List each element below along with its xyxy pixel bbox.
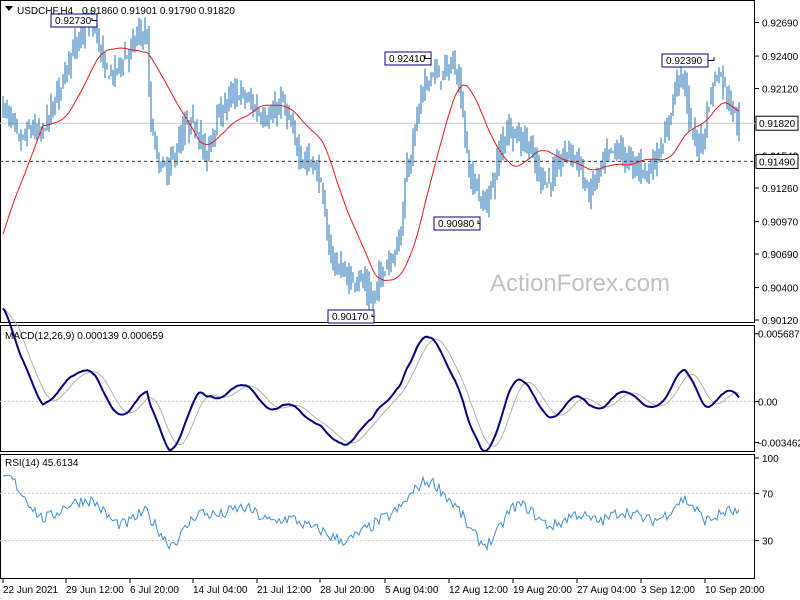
forex-chart: ActionForex.com 0.92730 0.90170 0.92410 0.9… (0, 0, 800, 596)
rsi-y-axis: 100 70 30 (755, 454, 779, 548)
price-y-tick-label: 0.90400 (762, 284, 799, 295)
rsi-y-tick-label: 30 (762, 537, 774, 548)
x-tick-label: 6 Jul 20:00 (130, 585, 179, 596)
price-y-tick-label: 0.90120 (762, 316, 799, 327)
price-y-tick-label: 0.92400 (762, 52, 799, 63)
macd-y-tick-label: -0.003462 (758, 439, 800, 450)
x-tick-label: 10 Sep 20:00 (705, 585, 765, 596)
x-tick-label: 28 Jul 20:00 (320, 585, 375, 596)
macd-panel-frame (0, 325, 755, 452)
macd-title: MACD(12,26,9) 0.000139 0.000659 (5, 331, 164, 342)
macd-y-tick-label: 0.005687 (758, 330, 800, 341)
annotation-label: 0.92730 (55, 16, 92, 27)
price-y-tick-label: 0.90970 (762, 218, 799, 229)
macd-y-axis: 0.005687 0.00 -0.003462 (755, 330, 800, 450)
x-tick-label: 12 Aug 12:00 (449, 585, 508, 596)
x-tick-label: 14 Jul 04:00 (193, 585, 248, 596)
price-bars (2, 8, 740, 314)
rsi-y-tick-label: 100 (762, 454, 779, 465)
current-price-label: 0.91820 (759, 119, 796, 130)
x-tick-label: 27 Aug 04:00 (577, 585, 636, 596)
x-tick-label: 29 Jun 12:00 (66, 585, 124, 596)
price-y-axis: 0.926900.924000.921200.918300.915400.912… (755, 19, 799, 327)
watermark: ActionForex.com (490, 270, 670, 297)
price-y-tick-label: 0.92120 (762, 84, 799, 95)
price-y-tick-label: 0.90690 (762, 250, 799, 261)
x-axis: 22 Jun 2021 29 Jun 12:00 6 Jul 20:00 14 Jul… (2, 579, 765, 596)
x-tick-label: 22 Jun 2021 (3, 585, 58, 596)
macd-y-tick-label: 0.00 (758, 397, 778, 408)
x-tick-label: 3 Sep 12:00 (641, 585, 695, 596)
macd-signal-line (2, 307, 740, 447)
price-y-tick-label: 0.91260 (762, 184, 799, 195)
x-tick-label: 5 Aug 04:00 (385, 585, 439, 596)
annotation-label: 0.90980 (438, 219, 475, 230)
macd-lines (2, 307, 740, 453)
dropdown-triangle-icon[interactable] (5, 6, 13, 11)
symbol-label: USDCHF,H4 (17, 6, 74, 17)
ohlc-label: 0.91860 0.91901 0.91790 0.91820 (82, 6, 235, 17)
price-y-tick-label: 0.92690 (762, 19, 799, 30)
rsi-path (3, 475, 740, 552)
annotation-label: 0.92410 (389, 54, 426, 65)
annotation-leader (708, 57, 715, 61)
rsi-line (3, 475, 740, 552)
level-price-label: 0.91490 (759, 157, 796, 168)
macd-main-line (2, 307, 740, 453)
rsi-title: RSI(14) 45.6134 (5, 458, 79, 469)
annotation-label: 0.92390 (666, 56, 703, 67)
x-tick-label: 21 Jul 12:00 (257, 585, 312, 596)
x-tick-label: 19 Aug 20:00 (513, 585, 572, 596)
annotation-label: 0.90170 (332, 312, 369, 323)
rsi-y-tick-label: 70 (762, 489, 774, 500)
